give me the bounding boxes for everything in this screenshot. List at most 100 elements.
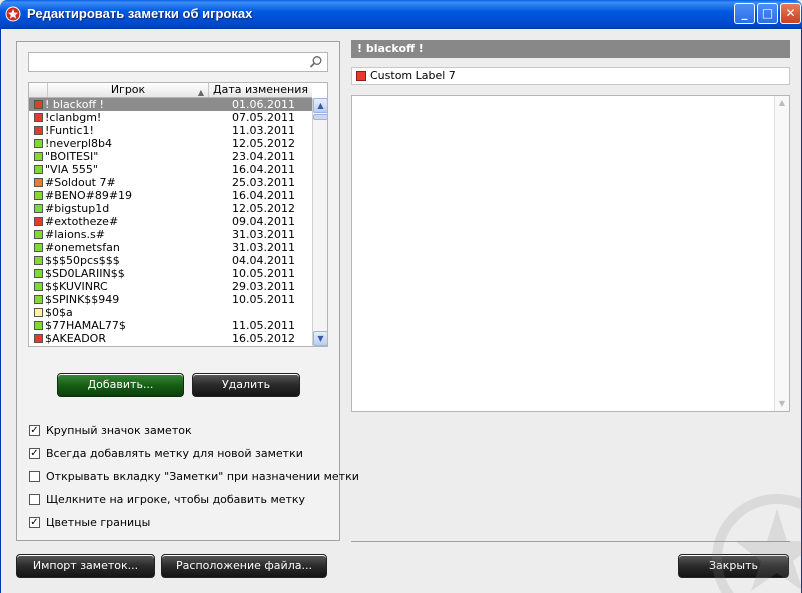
scroll-up-button[interactable]: ▲ bbox=[313, 98, 327, 113]
minimize-button[interactable]: _ bbox=[734, 3, 755, 24]
selected-player-name: ! blackoff ! bbox=[351, 40, 790, 58]
player-list-panel: Игрок ▲ Дата изменения ! blackoff ! 01.06… bbox=[16, 41, 359, 541]
modified-date: 16.04.2011 bbox=[232, 189, 295, 202]
label-color-swatch bbox=[34, 217, 43, 226]
label-color-swatch bbox=[34, 282, 43, 291]
label-selector[interactable]: Custom Label 7 bbox=[351, 67, 790, 85]
player-name: $SPINK$$949 bbox=[45, 293, 120, 306]
table-row[interactable]: $$$50pcs$$$ 04.04.2011 bbox=[29, 254, 312, 267]
player-name: $$$50pcs$$$ bbox=[45, 254, 120, 267]
table-row[interactable]: !Funtic1! 11.03.2011 bbox=[29, 124, 312, 137]
option-click-player-add-label[interactable]: Щелкните на игроке, чтобы добавить метку bbox=[29, 493, 305, 507]
player-name: !Funtic1! bbox=[45, 124, 94, 137]
notes-scrollbar[interactable]: ▲ ▼ bbox=[774, 96, 789, 411]
table-row[interactable]: "BOITESI" 23.04.2011 bbox=[29, 150, 312, 163]
table-row[interactable]: #extotheze# 09.04.2011 bbox=[29, 215, 312, 228]
label-color-swatch bbox=[34, 295, 43, 304]
modified-date: 10.05.2011 bbox=[232, 293, 295, 306]
label-color-swatch bbox=[34, 178, 43, 187]
table-row[interactable]: #onemetsfan 31.03.2011 bbox=[29, 241, 312, 254]
pokerstars-icon bbox=[5, 6, 21, 22]
modified-date: 25.03.2011 bbox=[232, 176, 295, 189]
checkbox[interactable]: ✓ bbox=[29, 424, 40, 436]
player-name: $SD0LARIIN$$ bbox=[45, 267, 125, 280]
list-header: Игрок ▲ Дата изменения bbox=[29, 83, 312, 98]
table-row[interactable]: #Soldout 7# 25.03.2011 bbox=[29, 176, 312, 189]
scroll-thumb[interactable] bbox=[313, 114, 327, 120]
label-color-swatch bbox=[34, 334, 43, 343]
label-color-swatch bbox=[34, 243, 43, 252]
modified-date: 10.05.2011 bbox=[232, 267, 295, 280]
option-label: Открывать вкладку "Заметки" при назначен… bbox=[46, 470, 359, 483]
table-row[interactable]: !clanbgm! 07.05.2011 bbox=[29, 111, 312, 124]
label-color-swatch bbox=[34, 256, 43, 265]
title-bar[interactable]: Редактировать заметки об игроках _ □ ✕ bbox=[0, 0, 802, 29]
file-location-button[interactable]: Расположение файла... bbox=[161, 554, 327, 578]
label-color-swatch bbox=[34, 204, 43, 213]
modified-date: 16.05.2012 bbox=[232, 332, 295, 345]
player-name: $AKEADOR bbox=[45, 332, 106, 345]
player-name: ! blackoff ! bbox=[45, 98, 104, 111]
label-color-swatch bbox=[34, 191, 43, 200]
option-label: Щелкните на игроке, чтобы добавить метку bbox=[46, 493, 306, 506]
player-name: !clanbgm! bbox=[45, 111, 102, 124]
scroll-down-button[interactable]: ▼ bbox=[313, 331, 327, 346]
window-body: Игрок ▲ Дата изменения ! blackoff ! 01.06… bbox=[0, 29, 802, 593]
close-window-button[interactable]: ✕ bbox=[780, 3, 801, 24]
label-color-swatch bbox=[34, 100, 43, 109]
star-watermark-icon bbox=[712, 494, 802, 593]
table-row[interactable]: ! blackoff ! 01.06.2011 bbox=[29, 98, 312, 111]
checkbox[interactable] bbox=[29, 493, 40, 505]
search-icon[interactable] bbox=[309, 55, 323, 69]
label-color-swatch bbox=[34, 321, 43, 330]
label-color-swatch bbox=[34, 126, 43, 135]
player-name: $0$a bbox=[45, 306, 73, 319]
list-scrollbar[interactable]: ▲ ▼ bbox=[312, 98, 327, 346]
option-open-notes-tab[interactable]: Открывать вкладку "Заметки" при назначен… bbox=[29, 470, 359, 484]
add-note-button[interactable]: Добавить... bbox=[57, 373, 184, 397]
table-row[interactable]: $0$a bbox=[29, 306, 312, 319]
player-name: #bigstup1d bbox=[45, 202, 110, 215]
table-row[interactable]: $$KUVINRC 29.03.2011 bbox=[29, 280, 312, 293]
modified-date: 31.03.2011 bbox=[232, 241, 295, 254]
modified-date: 01.06.2011 bbox=[232, 98, 295, 111]
maximize-button[interactable]: □ bbox=[757, 3, 778, 24]
column-header-player[interactable]: Игрок ▲ bbox=[48, 83, 209, 97]
delete-note-button[interactable]: Удалить bbox=[192, 373, 300, 397]
table-row[interactable]: $SD0LARIIN$$ 10.05.2011 bbox=[29, 267, 312, 280]
table-row[interactable]: #bigstup1d 12.05.2012 bbox=[29, 202, 312, 215]
import-notes-button[interactable]: Импорт заметок... bbox=[16, 554, 155, 578]
option-colored-borders[interactable]: ✓ Цветные границы bbox=[29, 516, 150, 530]
chevron-up-icon[interactable]: ▲ bbox=[775, 96, 789, 110]
checkbox[interactable]: ✓ bbox=[29, 447, 40, 459]
modified-date: 04.04.2011 bbox=[232, 254, 295, 267]
option-label: Всегда добавлять метку для новой заметки bbox=[46, 447, 303, 460]
modified-date: 16.04.2011 bbox=[232, 163, 295, 176]
notes-textarea[interactable]: ▲ ▼ bbox=[351, 95, 790, 412]
chevron-down-icon[interactable]: ▼ bbox=[775, 397, 789, 411]
player-name: $77HAMAL77$ bbox=[45, 319, 126, 332]
label-name: Custom Label 7 bbox=[370, 69, 456, 82]
modified-date: 09.04.2011 bbox=[232, 215, 295, 228]
option-label: Крупный значок заметок bbox=[46, 424, 192, 437]
player-list[interactable]: Игрок ▲ Дата изменения ! blackoff ! 01.06… bbox=[28, 82, 328, 347]
checkbox[interactable]: ✓ bbox=[29, 516, 40, 528]
chevron-up-icon: ▲ bbox=[317, 101, 324, 110]
option-large-note-icon[interactable]: ✓ Крупный значок заметок bbox=[29, 424, 192, 438]
table-row[interactable]: $77HAMAL77$ 11.05.2011 bbox=[29, 319, 312, 332]
table-row[interactable]: $AKEADOR 16.05.2012 bbox=[29, 332, 312, 345]
table-row[interactable]: !neverpl8b4 12.05.2012 bbox=[29, 137, 312, 150]
checkbox[interactable] bbox=[29, 470, 40, 482]
option-always-add-label[interactable]: ✓ Всегда добавлять метку для новой заметк… bbox=[29, 447, 303, 461]
search-box[interactable] bbox=[28, 52, 328, 72]
search-input[interactable] bbox=[29, 53, 299, 71]
chevron-down-icon: ▼ bbox=[317, 334, 324, 343]
close-icon: ✕ bbox=[785, 6, 796, 20]
column-header-label[interactable] bbox=[29, 83, 48, 97]
table-row[interactable]: "VIA 555" 16.04.2011 bbox=[29, 163, 312, 176]
table-row[interactable]: #BENO#89#19 16.04.2011 bbox=[29, 189, 312, 202]
table-row[interactable]: #laions.s# 31.03.2011 bbox=[29, 228, 312, 241]
column-header-date[interactable]: Дата изменения bbox=[209, 83, 312, 97]
table-row[interactable]: $SPINK$$949 10.05.2011 bbox=[29, 293, 312, 306]
player-name: "BOITESI" bbox=[45, 150, 99, 163]
